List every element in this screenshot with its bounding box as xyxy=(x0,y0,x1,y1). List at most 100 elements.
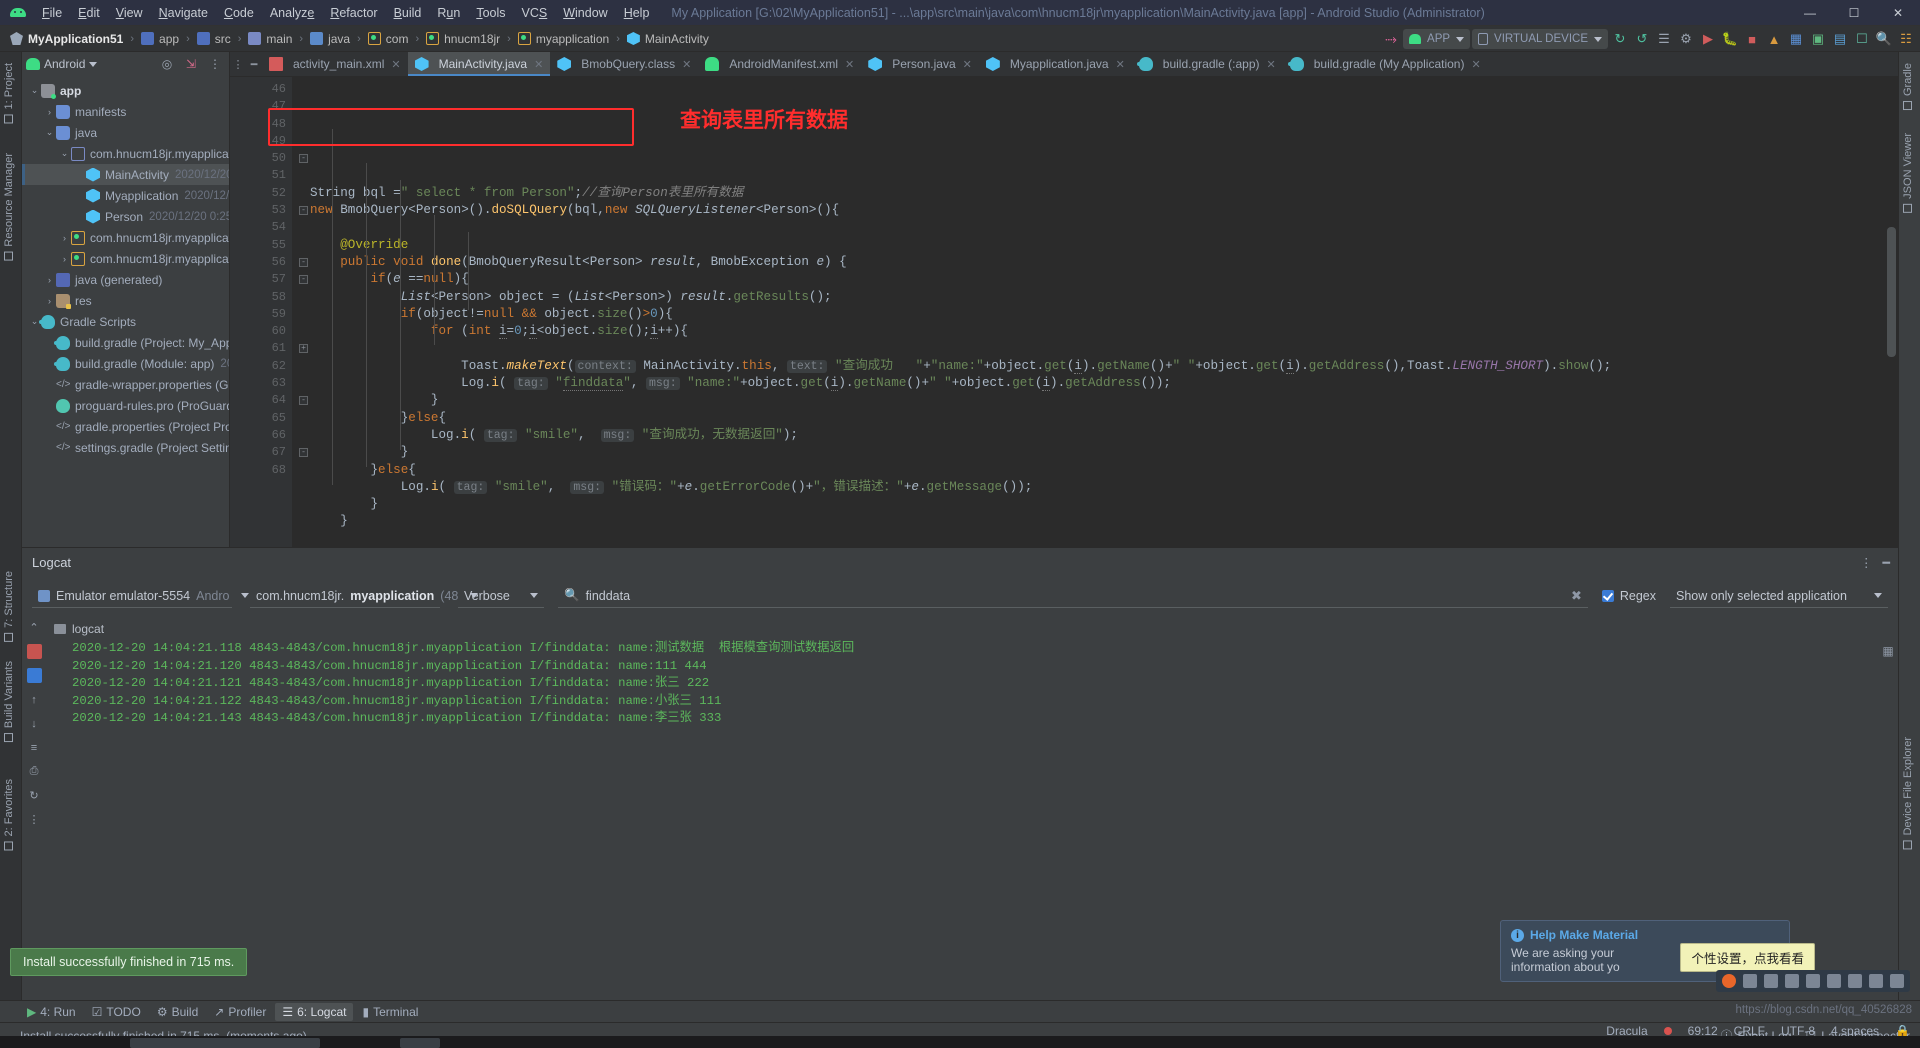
tool-tab-gradle[interactable]: Gradle xyxy=(1898,58,1918,115)
layout-editor-icon[interactable]: ▦ xyxy=(1786,29,1806,49)
clear-logcat-icon[interactable] xyxy=(26,644,42,659)
logcat-scope-selector[interactable]: Show only selected application xyxy=(1670,584,1888,608)
tree-item-settings-gradle-project-setting[interactable]: </> settings.gradle (Project Setting xyxy=(22,437,229,458)
tree-item-mainactivity[interactable]: MainActivity 2020/12/20 1 xyxy=(22,164,229,185)
menu-edit[interactable]: Edit xyxy=(70,3,108,23)
code-line-46[interactable] xyxy=(292,133,1898,150)
maximize-button[interactable]: ☐ xyxy=(1832,0,1876,26)
menu-tools[interactable]: Tools xyxy=(468,3,513,23)
restart-icon[interactable]: ↻ xyxy=(27,788,42,803)
chevron-right-icon[interactable]: › xyxy=(43,275,56,285)
ime-more-icon[interactable] xyxy=(1890,974,1904,988)
tree-item-person[interactable]: Person 2020/12/20 0:25, 45 xyxy=(22,206,229,227)
collapse-all-icon[interactable]: ⇲ xyxy=(181,54,201,74)
close-icon[interactable]: ✕ xyxy=(963,58,972,71)
device-manager-icon[interactable]: ▣ xyxy=(1808,29,1828,49)
logcat-settings-icon[interactable]: ▦ xyxy=(1882,644,1893,658)
process-selector[interactable]: com.hnucm18jr. myapplication (48 xyxy=(250,584,479,608)
code-line-65[interactable]: }else{ xyxy=(292,462,1898,479)
scroll-to-end-icon[interactable] xyxy=(26,668,42,683)
breadcrumb-myapplication[interactable]: myapplication xyxy=(516,32,611,46)
close-icon[interactable]: ✕ xyxy=(1116,58,1125,71)
close-icon[interactable]: ✕ xyxy=(1267,58,1276,71)
tree-item-res[interactable]: › res xyxy=(22,290,229,311)
sdk-tools-icon[interactable]: ▤ xyxy=(1830,29,1850,49)
bottom-tab-terminal[interactable]: ▮ Terminal xyxy=(355,1003,425,1021)
bottom-tab-build[interactable]: ⚙ Build xyxy=(150,1003,205,1021)
tree-item-build-gradle-module-app[interactable]: build.gradle (Module: app) 202 xyxy=(22,353,229,374)
tab-mainactivity-java[interactable]: MainActivity.java ✕ xyxy=(407,52,551,76)
code-line-54[interactable]: if(e ==null){ xyxy=(292,271,1898,288)
ime-emoji-icon[interactable] xyxy=(1785,974,1799,988)
tool-tab-resource-manager[interactable]: Resource Manager xyxy=(0,148,19,266)
tool-tab-build-variants[interactable]: Build Variants xyxy=(0,656,19,747)
tree-item-proguard-rules-pro-proguard[interactable]: proguard-rules.pro (ProGuard xyxy=(22,395,229,416)
scroll-down-icon[interactable]: ↓ xyxy=(27,716,42,731)
tab-build-gradle-app[interactable]: build.gradle (:app) ✕ xyxy=(1132,52,1283,76)
code-line-59[interactable]: Toast.makeText(context: MainActivity.thi… xyxy=(292,358,1898,375)
menu-navigate[interactable]: Navigate xyxy=(151,3,216,23)
more-options-icon[interactable]: ⋮ xyxy=(205,54,225,74)
clear-search-icon[interactable]: ✖ xyxy=(1571,588,1582,604)
code-line-66[interactable]: Log.i( tag: "smile", msg: "错误码："+e.getEr… xyxy=(292,479,1898,496)
code-line-67[interactable]: } xyxy=(292,496,1898,513)
ime-mic-icon[interactable] xyxy=(1806,974,1820,988)
tab-person-java[interactable]: Person.java ✕ xyxy=(861,52,979,76)
tree-item-myapplication[interactable]: Myapplication 2020/12/20 xyxy=(22,185,229,206)
tree-item-gradle-wrapper-properties-gr[interactable]: </> gradle-wrapper.properties (Gr xyxy=(22,374,229,395)
soft-wrap-icon[interactable]: ≡ xyxy=(27,740,42,755)
sync-gradle-icon[interactable]: ↻ xyxy=(1610,29,1630,49)
run-icon[interactable]: ▶ xyxy=(1698,29,1718,49)
chevron-right-icon[interactable]: › xyxy=(58,254,71,264)
tree-item-gradle-properties-project-prop[interactable]: </> gradle.properties (Project Prop xyxy=(22,416,229,437)
logcat-row[interactable]: 2020-12-20 14:04:21.143 4843-4843/com.hn… xyxy=(46,710,1878,728)
tab-activity-main-xml[interactable]: activity_main.xml ✕ xyxy=(262,52,408,76)
tree-item-java[interactable]: ⌄ java xyxy=(22,122,229,143)
close-icon[interactable]: ✕ xyxy=(534,58,543,71)
target-icon[interactable]: ◎ xyxy=(157,54,177,74)
tool-tab-structure[interactable]: 7: Structure xyxy=(0,566,19,647)
ime-punctuation-icon[interactable] xyxy=(1764,974,1778,988)
device-selector[interactable]: Emulator emulator-5554 Andro xyxy=(32,584,250,608)
rerun-icon[interactable]: ↺ xyxy=(1632,29,1652,49)
breadcrumb-java[interactable]: java xyxy=(308,32,352,46)
close-icon[interactable]: ✕ xyxy=(391,58,400,71)
code-line-60[interactable]: Log.i( tag: "finddata", msg: "name:"+obj… xyxy=(292,375,1898,392)
chevron-right-icon[interactable]: › xyxy=(43,296,56,306)
menu-window[interactable]: Window xyxy=(555,3,615,23)
close-icon[interactable]: ✕ xyxy=(1471,58,1480,71)
menu-code[interactable]: Code xyxy=(216,3,262,23)
menu-vcs[interactable]: VCS xyxy=(514,3,556,23)
code-line-49[interactable]: String bql =" select * from Person";//查询… xyxy=(292,185,1898,202)
tab-myapplication-java[interactable]: Myapplication.java ✕ xyxy=(979,52,1132,76)
code-line-61[interactable]: } xyxy=(292,392,1898,409)
code-line-58[interactable] xyxy=(292,340,1898,357)
close-button[interactable]: ✕ xyxy=(1876,0,1920,26)
breadcrumb-mainactivity[interactable]: MainActivity xyxy=(625,32,711,46)
ime-chinese-icon[interactable] xyxy=(1743,974,1757,988)
tool-tab-favorites[interactable]: 2: Favorites xyxy=(0,774,19,855)
tab-androidmanifest-xml[interactable]: AndroidManifest.xml ✕ xyxy=(698,52,861,76)
code-line-51[interactable] xyxy=(292,219,1898,236)
code-line-55[interactable]: List<Person> object = (List<Person>) res… xyxy=(292,289,1898,306)
menu-help[interactable]: Help xyxy=(616,3,658,23)
bottom-tab-profiler[interactable]: ↗ Profiler xyxy=(207,1003,273,1021)
code-line-63[interactable]: Log.i( tag: "smile", msg: "查询成功，无数据返回"); xyxy=(292,427,1898,444)
tree-item-com-hnucm18jr-myapplicatio[interactable]: ⌄ com.hnucm18jr.myapplicatio xyxy=(22,143,229,164)
bottom-tab-logcat[interactable]: ☰ 6: Logcat xyxy=(275,1002,354,1021)
breadcrumb-src[interactable]: src xyxy=(195,32,233,46)
avd-manager-icon[interactable]: ☰ xyxy=(1654,29,1674,49)
stop-icon[interactable]: ■ xyxy=(1742,29,1762,49)
chevron-down-icon[interactable]: ⌄ xyxy=(28,85,41,96)
chevron-right-icon[interactable]: › xyxy=(43,107,56,117)
search-everywhere-icon[interactable]: ⤑ xyxy=(1381,29,1401,49)
minimize-icon[interactable]: ━ xyxy=(1882,555,1890,570)
breadcrumb-main[interactable]: main xyxy=(246,32,294,46)
tree-item-app[interactable]: ⌄ app xyxy=(22,80,229,101)
menu-view[interactable]: View xyxy=(108,3,151,23)
logcat-search-field[interactable]: 🔍 finddata ✖ xyxy=(558,584,1588,608)
debug-icon[interactable]: 🐛 xyxy=(1720,29,1740,49)
hide-tabs-icon[interactable]: ━ xyxy=(246,52,262,76)
code-line-68[interactable]: } xyxy=(292,513,1898,530)
menu-refactor[interactable]: Refactor xyxy=(322,3,385,23)
